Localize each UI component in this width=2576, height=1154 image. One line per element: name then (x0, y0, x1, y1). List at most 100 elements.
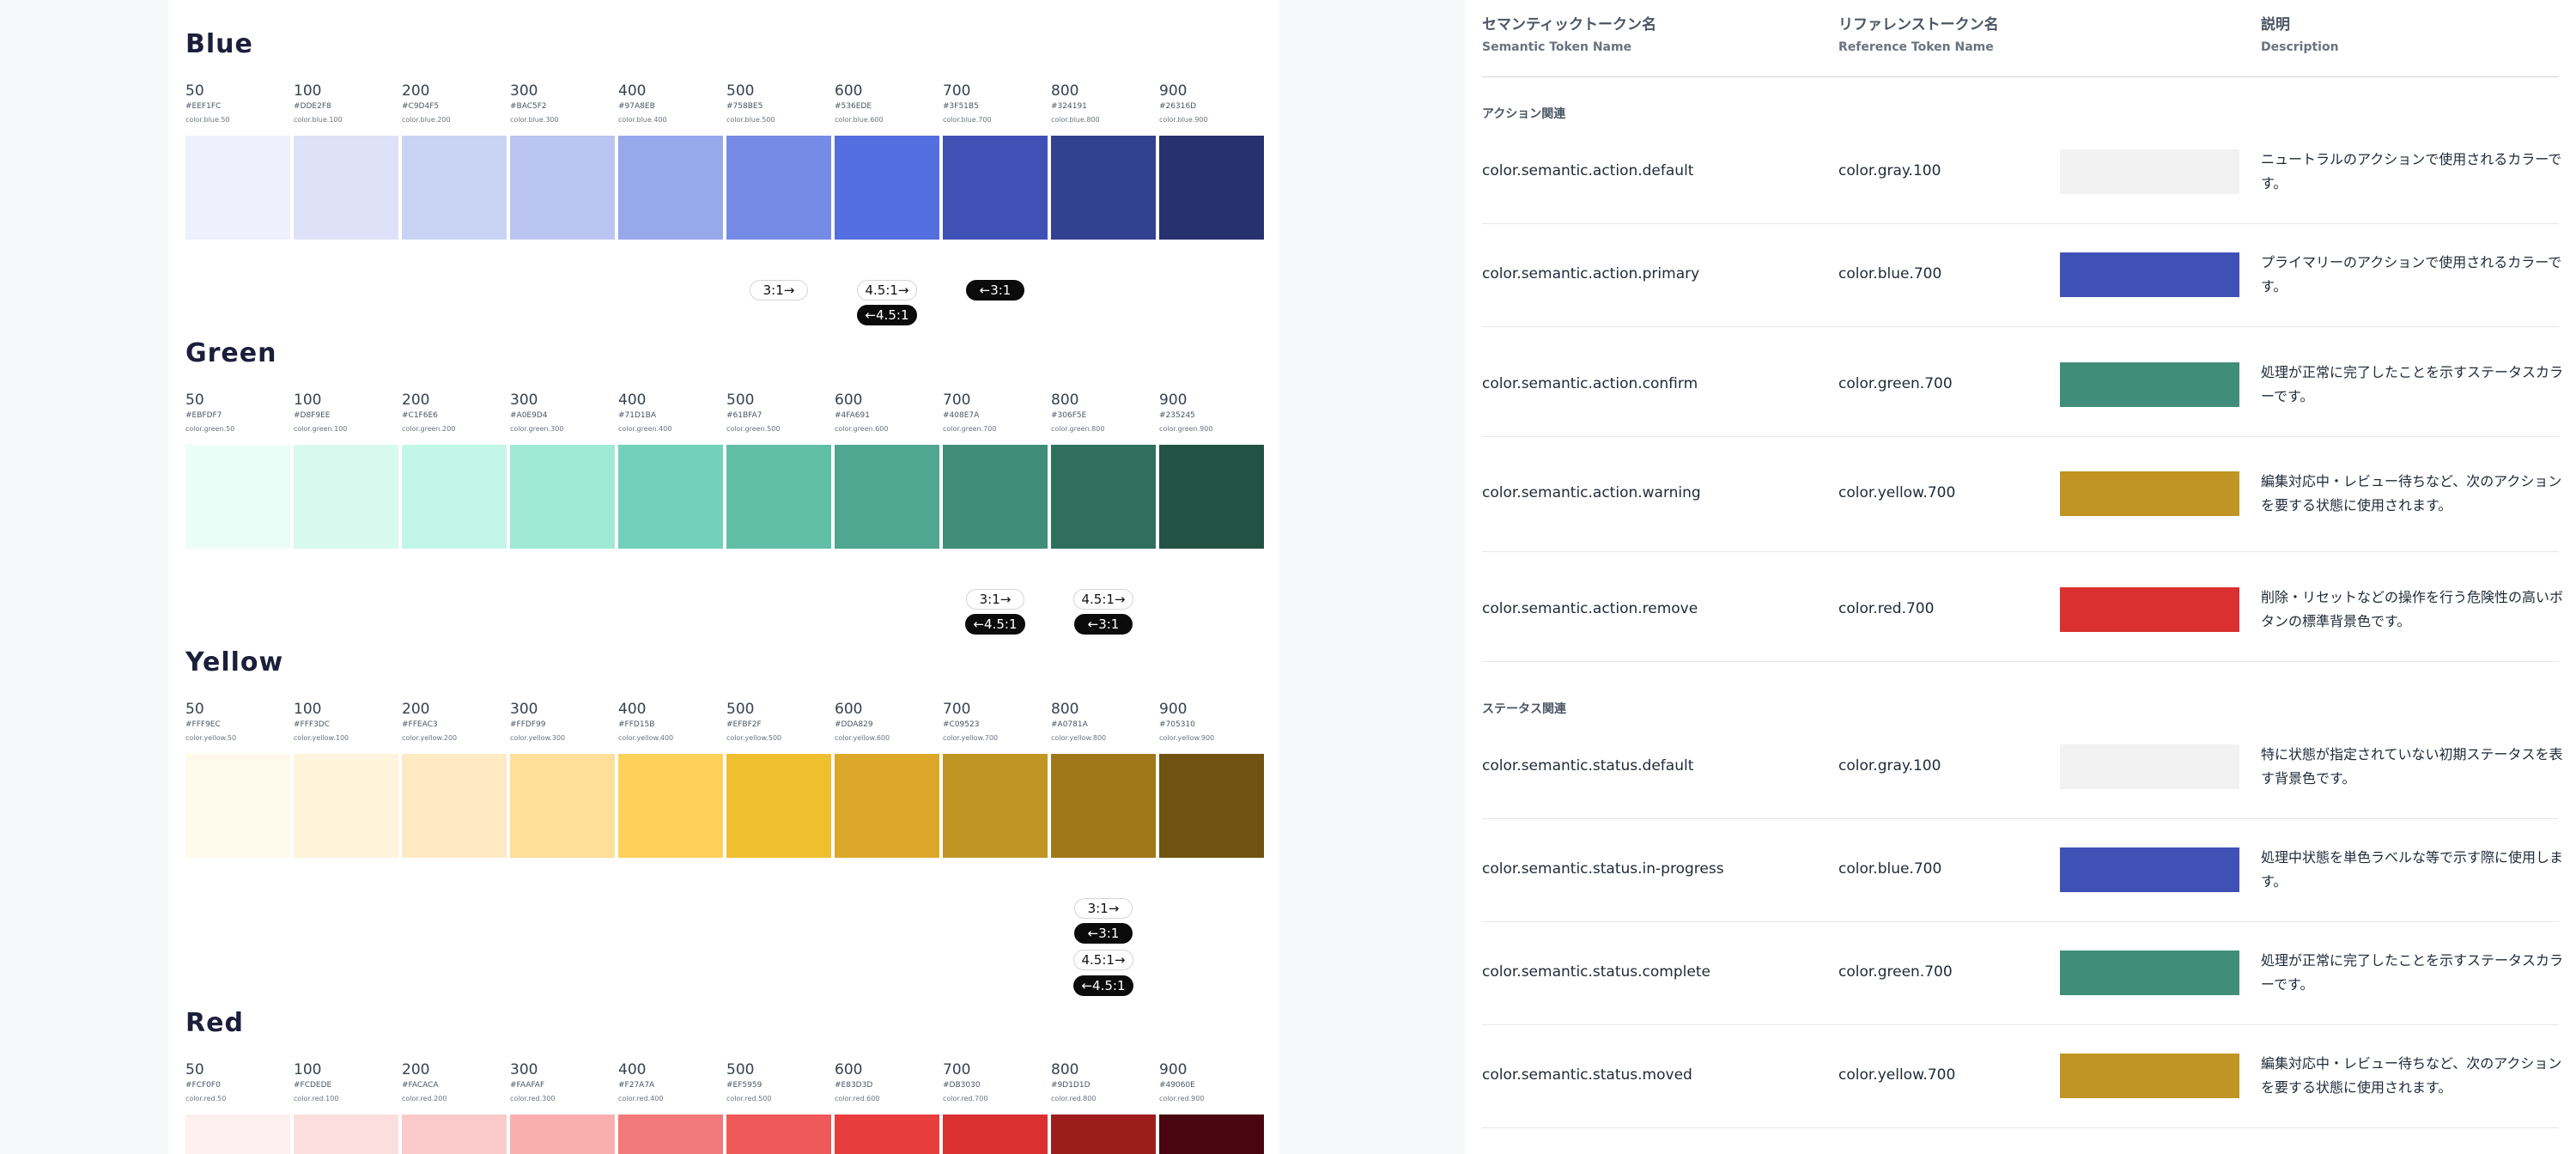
step-number: 200 (402, 1061, 430, 1078)
row-divider (1482, 436, 2559, 437)
reference-token-name: color.red.700 (1838, 600, 1935, 617)
row-divider (1482, 661, 2559, 662)
step-token: color.green.500 (726, 425, 781, 433)
step-number: 700 (943, 392, 971, 409)
step-number: 300 (510, 1061, 538, 1078)
step-hex: #EEF1FC (185, 102, 222, 111)
contrast-badge: ←4.5:1 (965, 614, 1025, 635)
step-token: color.red.50 (185, 1095, 227, 1102)
color-swatch (835, 445, 939, 549)
step-token: color.red.800 (1051, 1095, 1097, 1102)
step-number: 100 (294, 1061, 322, 1078)
step-hex: #FFD15B (618, 720, 655, 729)
color-swatch (294, 1115, 398, 1154)
contrast-badge: 3:1→ (750, 280, 808, 301)
step-hex: #DDE2F8 (294, 102, 331, 111)
step-token: color.red.400 (618, 1095, 664, 1102)
reference-token-name: color.green.700 (1838, 963, 1953, 981)
step-token: color.blue.200 (402, 116, 451, 124)
step-token: color.yellow.300 (510, 734, 566, 742)
reference-token-name: color.yellow.700 (1838, 1066, 1956, 1084)
contrast-badge: 4.5:1→ (1073, 950, 1133, 970)
step-hex: #D8F9EE (294, 411, 331, 420)
group-label: ステータス関連 (1482, 702, 1566, 716)
palette-title: Yellow (185, 647, 284, 677)
token-color-swatch (2060, 362, 2239, 407)
header-semantic-jp: セマンティックトークン名 (1482, 16, 1656, 33)
step-hex: #FFDF99 (510, 720, 546, 729)
contrast-badge: 3:1→ (966, 589, 1024, 610)
color-swatch (1159, 1115, 1264, 1154)
step-number: 400 (618, 1061, 647, 1078)
semantic-token-name: color.semantic.action.warning (1482, 484, 1701, 501)
reference-token-name: color.gray.100 (1838, 757, 1941, 774)
step-number: 700 (943, 1061, 971, 1078)
token-color-swatch (2060, 951, 2239, 995)
token-color-swatch (2060, 587, 2239, 632)
step-hex: #EFBF2F (726, 720, 762, 729)
step-token: color.blue.800 (1051, 116, 1100, 124)
step-token: color.yellow.100 (294, 734, 349, 742)
color-swatch (1051, 136, 1156, 240)
step-hex: #EF5959 (726, 1081, 762, 1090)
palette-title: Green (185, 338, 277, 368)
step-token: color.blue.900 (1159, 116, 1208, 124)
step-hex: #FFF3DC (294, 720, 331, 729)
step-number: 900 (1159, 392, 1188, 409)
token-color-swatch (2060, 744, 2239, 789)
semantic-token-name: color.semantic.action.confirm (1482, 375, 1698, 392)
step-number: 900 (1159, 82, 1188, 100)
color-swatch (1051, 445, 1156, 549)
color-swatch (726, 445, 831, 549)
color-swatch (402, 1115, 507, 1154)
step-token: color.red.900 (1159, 1095, 1205, 1102)
step-hex: #FACACA (402, 1081, 439, 1090)
step-token: color.yellow.50 (185, 734, 237, 742)
step-hex: #A0E9D4 (510, 411, 548, 420)
semantic-token-name: color.semantic.status.in-progress (1482, 860, 1724, 878)
step-number: 50 (185, 1061, 204, 1078)
semantic-token-name: color.semantic.action.default (1482, 162, 1694, 179)
header-description-en: Description (2261, 40, 2339, 54)
step-token: color.red.600 (835, 1095, 880, 1102)
step-hex: #3F51B5 (943, 102, 979, 111)
step-hex: #FCF0F0 (185, 1081, 221, 1090)
step-token: color.yellow.200 (402, 734, 458, 742)
color-swatch (1159, 445, 1264, 549)
step-number: 600 (835, 701, 863, 718)
token-color-swatch (2060, 252, 2239, 297)
color-swatch (1051, 754, 1156, 858)
color-swatch (510, 445, 615, 549)
step-hex: #71D1BA (618, 411, 656, 420)
color-swatch (943, 445, 1048, 549)
row-divider (1482, 818, 2559, 819)
step-hex: #DDA829 (835, 720, 873, 729)
color-swatch (943, 1115, 1048, 1154)
color-swatch (294, 445, 398, 549)
color-swatch (726, 754, 831, 858)
header-semantic-en: Semantic Token Name (1482, 40, 1632, 54)
step-hex: #758BE5 (726, 102, 763, 111)
step-number: 400 (618, 82, 647, 100)
step-token: color.red.300 (510, 1095, 556, 1102)
step-token: color.yellow.800 (1051, 734, 1107, 742)
reference-token-name: color.green.700 (1838, 375, 1953, 392)
step-token: color.green.600 (835, 425, 889, 433)
color-swatch (185, 754, 290, 858)
step-hex: #EBFDF7 (185, 411, 222, 420)
step-number: 100 (294, 392, 322, 409)
header-reference-en: Reference Token Name (1838, 40, 1994, 54)
step-hex: #DB3030 (943, 1081, 981, 1090)
step-number: 700 (943, 82, 971, 100)
step-token: color.yellow.900 (1159, 734, 1215, 742)
step-number: 200 (402, 701, 430, 718)
header-reference: リファレンストークン名 Reference Token Name (1838, 15, 1999, 57)
step-hex: #FFEAC3 (402, 720, 438, 729)
color-swatch (294, 136, 398, 240)
group-label: アクション関連 (1482, 107, 1566, 121)
step-number: 500 (726, 701, 755, 718)
step-number: 500 (726, 82, 755, 100)
step-hex: #C9D4F5 (402, 102, 440, 111)
step-token: color.yellow.500 (726, 734, 782, 742)
step-hex: #26316D (1159, 102, 1197, 111)
